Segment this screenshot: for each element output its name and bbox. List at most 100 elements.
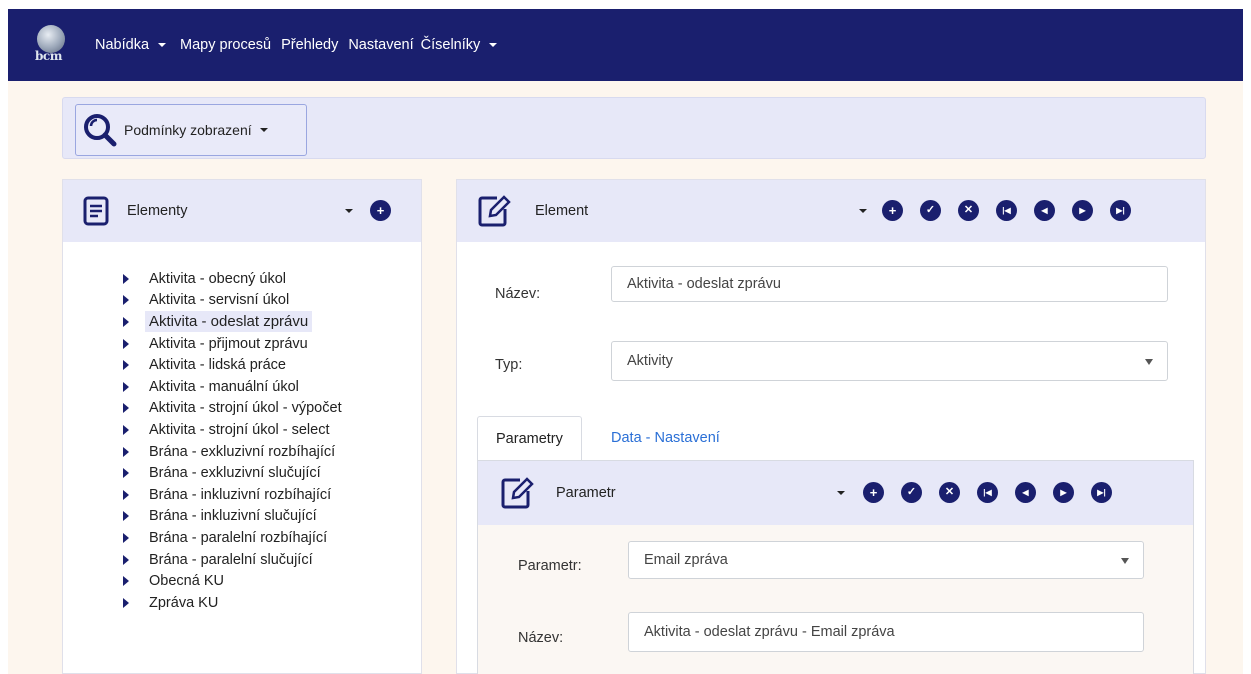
element-name-label: Název:: [495, 286, 541, 302]
last-record-button[interactable]: ▶|: [1110, 200, 1131, 221]
caret-down-icon: [489, 43, 498, 47]
tree-item-label: Brána - exkluzivní slučující: [149, 465, 321, 482]
nav-nastaveni-label: Nastavení: [348, 37, 414, 53]
select-arrow-icon: [1145, 359, 1153, 365]
nav-ciselniky-label: Číselníky: [420, 37, 481, 53]
previous-record-button[interactable]: ◀: [1015, 482, 1036, 503]
tree-item-label: Brána - paralelní slučující: [149, 551, 313, 568]
expand-triangle-icon[interactable]: [123, 424, 129, 435]
elements-tree: Aktivita - obecný úkol Aktivita - servisn…: [123, 268, 342, 614]
nav-nastaveni[interactable]: Nastavení: [348, 37, 413, 53]
parameter-toolbar: + ✓ ✕ |◀ ◀ ▶ ▶|: [863, 482, 1112, 503]
parameter-panel: Parametr + ✓ ✕ |◀ ◀ ▶ ▶| Parametr: Email…: [477, 460, 1194, 674]
add-element-button[interactable]: +: [370, 200, 391, 221]
expand-triangle-icon[interactable]: [123, 403, 129, 414]
last-record-button[interactable]: ▶|: [1091, 482, 1112, 503]
bcm-logo[interactable]: bcm: [33, 25, 73, 65]
tree-item[interactable]: Aktivita - lidská práce: [123, 354, 342, 376]
tree-item[interactable]: Aktivita - odeslat zprávu: [123, 311, 342, 333]
search-icon: [84, 114, 117, 147]
expand-triangle-icon[interactable]: [123, 489, 129, 500]
parameter-name-value: Aktivita - odeslat zprávu - Email zpráva: [644, 624, 895, 640]
display-conditions-label: Podmínky zobrazení: [124, 122, 252, 138]
previous-record-button[interactable]: ◀: [1034, 200, 1055, 221]
parameter-name-input[interactable]: Aktivita - odeslat zprávu - Email zpráva: [628, 612, 1144, 652]
tree-item[interactable]: Brána - paralelní slučující: [123, 549, 342, 571]
elements-panel-title: Elementy: [127, 203, 188, 219]
add-button[interactable]: +: [882, 200, 903, 221]
tree-item-label: Brána - paralelní rozbíhající: [149, 529, 328, 546]
select-arrow-icon: [1121, 558, 1129, 564]
nav-prehledy[interactable]: Přehledy: [281, 37, 338, 53]
first-record-button[interactable]: |◀: [996, 200, 1017, 221]
elements-panel-header: Elementy +: [63, 180, 421, 242]
document-list-icon: [83, 196, 109, 226]
display-conditions-button[interactable]: Podmínky zobrazení: [75, 104, 307, 156]
elements-menu-caret-icon[interactable]: [345, 209, 353, 213]
tree-item-label: Aktivita - lidská práce: [149, 357, 286, 374]
nav-nabidka[interactable]: Nabídka: [95, 37, 170, 53]
tree-item-label: Brána - inkluzivní slučující: [149, 508, 317, 525]
tree-item[interactable]: Zpráva KU: [123, 592, 342, 614]
tab-data-nastaveni[interactable]: Data - Nastavení: [593, 416, 738, 460]
expand-triangle-icon[interactable]: [123, 576, 129, 587]
elements-panel: Elementy + Aktivita - obecný úkol Aktivit…: [62, 179, 422, 674]
tree-item[interactable]: Brána - exkluzivní slučující: [123, 462, 342, 484]
tree-item[interactable]: Obecná KU: [123, 570, 342, 592]
confirm-button[interactable]: ✓: [920, 200, 941, 221]
expand-triangle-icon[interactable]: [123, 360, 129, 371]
tree-item[interactable]: Brána - inkluzivní rozbíhající: [123, 484, 342, 506]
parameter-menu-caret-icon[interactable]: [837, 491, 845, 495]
expand-triangle-icon[interactable]: [123, 511, 129, 522]
nav-mapy-procesu-label: Mapy procesů: [180, 37, 272, 53]
tree-item[interactable]: Aktivita - strojní úkol - select: [123, 419, 342, 441]
tree-item[interactable]: Brána - exkluzivní rozbíhající: [123, 441, 342, 463]
expand-triangle-icon[interactable]: [123, 338, 129, 349]
expand-triangle-icon[interactable]: [123, 316, 129, 327]
nav-nabidka-label: Nabídka: [95, 37, 150, 53]
tree-item[interactable]: Aktivita - manuální úkol: [123, 376, 342, 398]
tree-item[interactable]: Aktivita - strojní úkol - výpočet: [123, 398, 342, 420]
tree-item-label: Aktivita - manuální úkol: [149, 378, 299, 395]
tree-item[interactable]: Aktivita - servisní úkol: [123, 290, 342, 312]
expand-triangle-icon[interactable]: [123, 381, 129, 392]
parameter-form: Parametr: Email zpráva Název: Aktivita -…: [478, 525, 1193, 674]
nav-ciselniky[interactable]: Číselníky: [421, 37, 498, 53]
tree-item-label: Brána - inkluzivní rozbíhající: [149, 486, 332, 503]
tree-item[interactable]: Aktivita - přijmout zprávu: [123, 333, 342, 355]
expand-triangle-icon[interactable]: [123, 446, 129, 457]
next-record-button[interactable]: ▶: [1053, 482, 1074, 503]
parameter-select[interactable]: Email zpráva: [628, 541, 1144, 579]
next-record-button[interactable]: ▶: [1072, 200, 1093, 221]
element-name-value: Aktivita - odeslat zprávu: [627, 276, 781, 292]
tree-item-label: Aktivita - strojní úkol - select: [149, 421, 330, 438]
parameter-panel-title: Parametr: [556, 485, 616, 501]
nav-mapy-procesu[interactable]: Mapy procesů: [180, 37, 271, 53]
tree-item-label: Aktivita - strojní úkol - výpočet: [149, 400, 342, 417]
top-navbar: bcm Nabídka Mapy procesů Přehledy Nastav…: [8, 9, 1243, 81]
cancel-button[interactable]: ✕: [958, 200, 979, 221]
tab-parametry[interactable]: Parametry: [477, 416, 582, 460]
add-button[interactable]: +: [863, 482, 884, 503]
expand-triangle-icon[interactable]: [123, 295, 129, 306]
confirm-button[interactable]: ✓: [901, 482, 922, 503]
element-name-input[interactable]: Aktivita - odeslat zprávu: [611, 266, 1168, 302]
tree-item[interactable]: Aktivita - obecný úkol: [123, 268, 342, 290]
expand-triangle-icon[interactable]: [123, 273, 129, 284]
cancel-button[interactable]: ✕: [939, 482, 960, 503]
tree-item-label: Brána - exkluzivní rozbíhající: [149, 443, 336, 460]
expand-triangle-icon[interactable]: [123, 554, 129, 565]
tree-item[interactable]: Brána - paralelní rozbíhající: [123, 527, 342, 549]
tree-item[interactable]: Brána - inkluzivní slučující: [123, 506, 342, 528]
tab-data-nastaveni-label: Data - Nastavení: [611, 430, 720, 446]
element-type-select[interactable]: Aktivity: [611, 341, 1168, 381]
first-record-button[interactable]: |◀: [977, 482, 998, 503]
element-type-label: Typ:: [495, 357, 523, 373]
nav-prehledy-label: Přehledy: [281, 37, 339, 53]
expand-triangle-icon[interactable]: [123, 532, 129, 543]
expand-triangle-icon[interactable]: [123, 468, 129, 479]
element-menu-caret-icon[interactable]: [859, 209, 867, 213]
expand-triangle-icon[interactable]: [123, 597, 129, 608]
element-panel-title: Element: [535, 203, 589, 219]
parameter-select-value: Email zpráva: [644, 552, 728, 568]
